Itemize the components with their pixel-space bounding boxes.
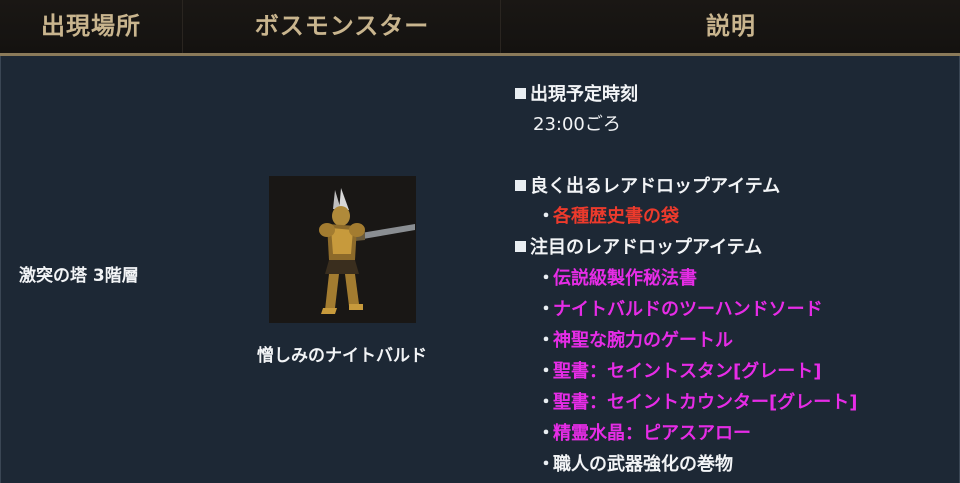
header-boss: ボスモンスター bbox=[182, 0, 501, 53]
square-bullet-icon bbox=[515, 88, 526, 99]
common-drop-heading: 良く出るレアドロップアイテム bbox=[515, 172, 780, 198]
square-bullet-icon bbox=[515, 180, 526, 191]
boss-name: 憎しみのナイトバルド bbox=[257, 346, 427, 366]
table-header: 出現場所 ボスモンスター 説明 bbox=[0, 0, 960, 56]
knight-boss-portrait-icon bbox=[269, 176, 416, 323]
common-drop-item: ・各種歴史書の袋 bbox=[537, 206, 679, 227]
notable-drop-item: ・伝説級製作秘法書 bbox=[537, 268, 697, 289]
header-description: 説明 bbox=[500, 0, 960, 53]
time-heading: 出現予定時刻 bbox=[515, 80, 638, 106]
notable-drop-item: ・聖書：セイントスタン[グレート] bbox=[537, 361, 822, 382]
notable-drop-heading: 注目のレアドロップアイテム bbox=[515, 233, 762, 259]
table-row: 激突の塔 3階層 憎しみのナイトバルド 出現予定時刻 23:00ごろ 良く出るレ… bbox=[0, 56, 960, 483]
notable-drop-item: ・神聖な腕力のゲートル bbox=[537, 330, 733, 351]
notable-drop-item: ・ナイトバルドのツーハンドソード bbox=[537, 299, 823, 320]
time-value: 23:00ごろ bbox=[533, 114, 621, 135]
notable-drop-item: ・職人の武器強化の巻物 bbox=[537, 454, 733, 475]
header-location: 出現場所 bbox=[41, 12, 141, 40]
location-cell: 激突の塔 3階層 bbox=[19, 266, 139, 286]
boss-info-table: 出現場所 ボスモンスター 説明 激突の塔 3階層 憎しみのナイトバルド 出現予定… bbox=[0, 0, 960, 483]
notable-drop-item: ・聖書：セイントカウンター[グレート] bbox=[537, 392, 858, 413]
notable-drop-item: ・精霊水晶：ピアスアロー bbox=[537, 423, 751, 444]
square-bullet-icon bbox=[515, 241, 526, 252]
